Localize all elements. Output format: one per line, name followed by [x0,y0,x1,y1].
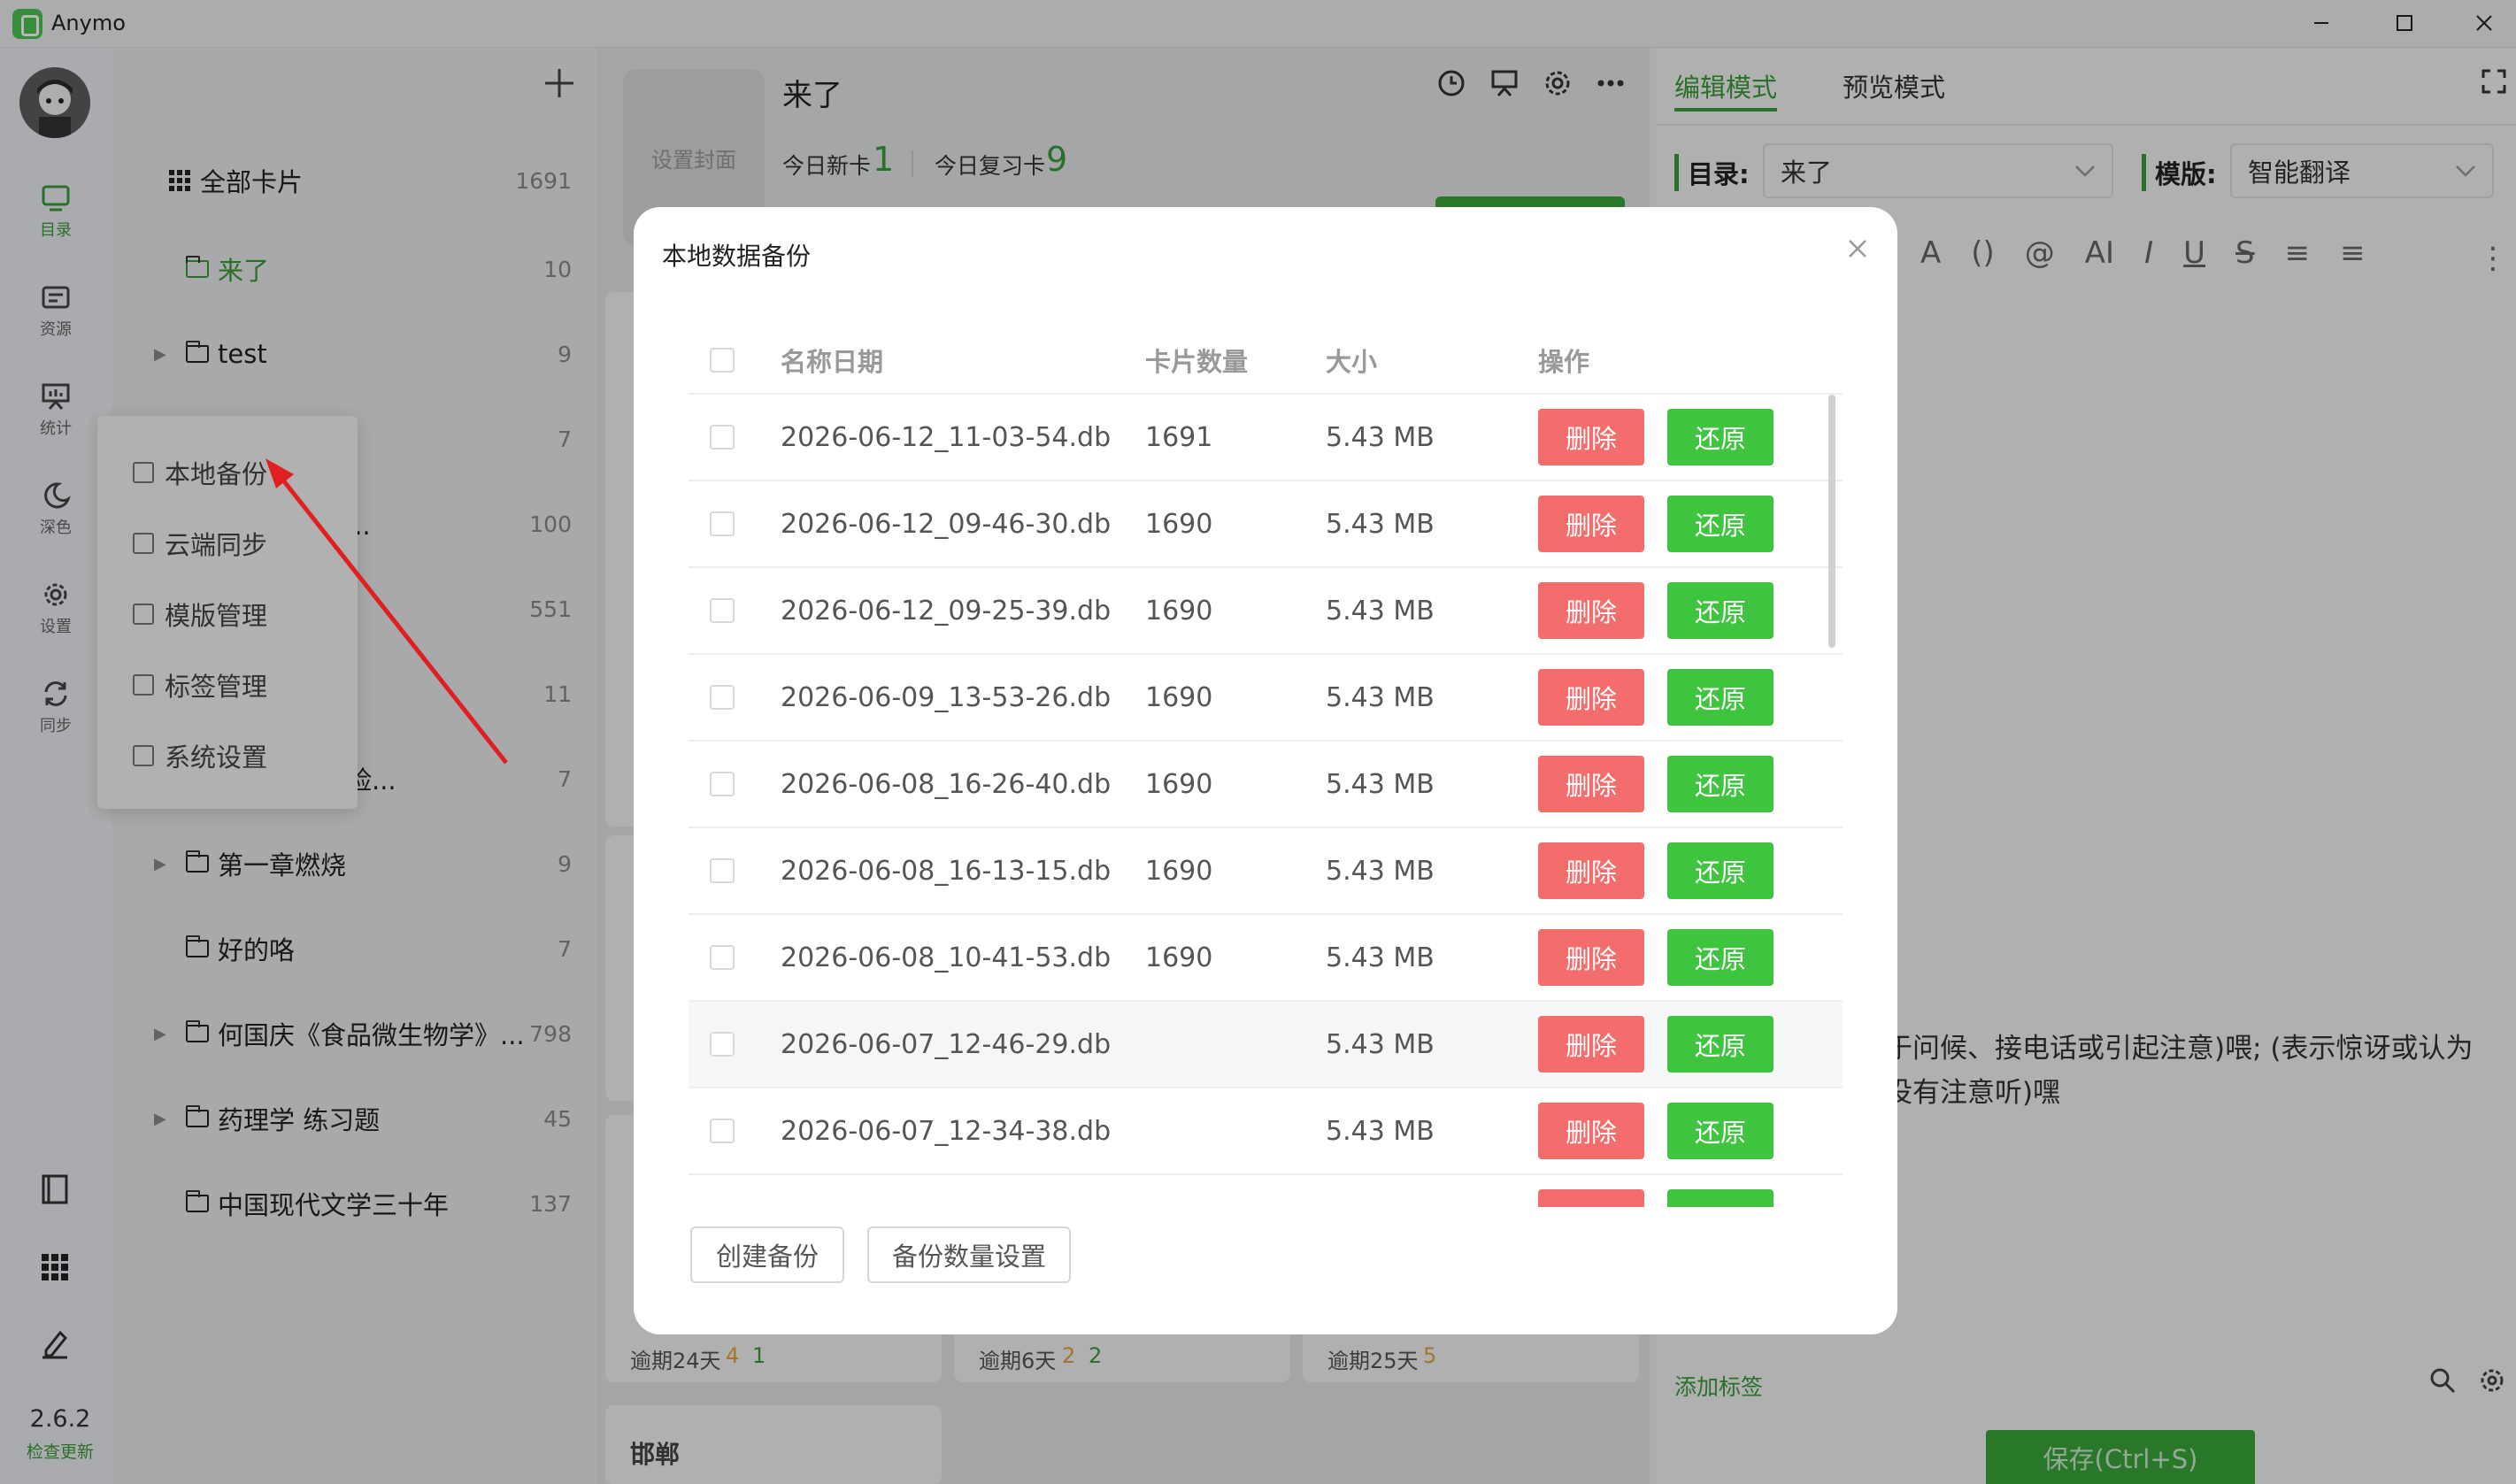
backup-card-count: 1690 [1145,855,1213,887]
backup-card-count: 1690 [1145,681,1213,713]
table-row[interactable]: 2026-06-07_12-34-38.db 5.43 MB 删除 还原 [689,1087,1843,1173]
restore-button[interactable]: 还原 [1667,496,1774,552]
scrollbar[interactable] [1828,395,1835,648]
table-row[interactable]: 2026-06-09_13-53-26.db 1690 5.43 MB 删除 还原 [689,653,1843,740]
delete-button[interactable]: 删除 [1538,409,1644,465]
table-row[interactable]: 2026-06-12_09-25-39.db 1690 5.43 MB 删除 还原 [689,566,1843,653]
delete-button[interactable]: 删除 [1538,929,1644,986]
restore-button[interactable]: 还原 [1667,1016,1774,1073]
delete-button[interactable] [1538,1189,1644,1207]
restore-button[interactable]: 还原 [1667,1103,1774,1159]
backup-name: 2026-06-09_13-53-26.db [781,681,1112,713]
row-checkbox[interactable] [710,685,735,710]
arrow-head [265,458,294,488]
restore-button[interactable]: 还原 [1667,582,1774,639]
close-icon[interactable] [1843,234,1873,264]
table-row[interactable]: 2026-06-08_10-41-53.db 1690 5.43 MB 删除 还原 [689,913,1843,1000]
backup-name: 2026-06-08_16-26-40.db [781,768,1112,800]
backup-name: 2026-06-12_09-25-39.db [781,595,1112,627]
delete-button[interactable]: 删除 [1538,756,1644,812]
create-backup-button[interactable]: 创建备份 [690,1226,844,1283]
table-row[interactable]: 2026-06-08_16-26-40.db 1690 5.43 MB 删除 还原 [689,740,1843,827]
backup-name: 2026-06-08_10-41-53.db [781,942,1112,973]
backup-size: 5.43 MB [1326,508,1435,540]
backup-count-setting-button[interactable]: 备份数量设置 [867,1226,1071,1283]
row-checkbox[interactable] [710,945,735,970]
backup-name: 2026-06-07_12-46-29.db [781,1028,1112,1060]
modal-title: 本地数据备份 [662,242,812,271]
table-row[interactable]: 2026-06-12_11-03-54.db 1691 5.43 MB 删除 还原 [689,393,1843,480]
col-action: 操作 [1538,347,1590,377]
table-header: 名称日期 卡片数量 大小 操作 [689,327,1843,393]
backup-size: 5.43 MB [1326,421,1435,453]
backup-card-count: 1690 [1145,508,1213,540]
row-checkbox[interactable] [710,1032,735,1057]
delete-button[interactable]: 删除 [1538,1103,1644,1159]
backup-card-count: 1690 [1145,942,1213,973]
delete-button[interactable]: 删除 [1538,1016,1644,1073]
delete-button[interactable]: 删除 [1538,842,1644,899]
backup-card-count: 1690 [1145,595,1213,627]
row-checkbox[interactable] [710,858,735,883]
backup-name: 2026-06-12_09-46-30.db [781,508,1112,540]
col-count: 卡片数量 [1145,347,1249,377]
backup-card-count: 1690 [1145,768,1213,800]
table-row[interactable]: 2026-06-08_16-13-15.db 1690 5.43 MB 删除 还原 [689,827,1843,913]
backup-size: 5.43 MB [1326,942,1435,973]
backup-card-count: 1691 [1145,421,1213,453]
backup-size: 5.43 MB [1326,855,1435,887]
row-checkbox[interactable] [710,1119,735,1143]
backup-size: 5.43 MB [1326,681,1435,713]
row-checkbox[interactable] [710,511,735,536]
backup-size: 5.43 MB [1326,595,1435,627]
backup-size: 5.43 MB [1326,768,1435,800]
row-checkbox[interactable] [710,425,735,450]
table-row[interactable]: 2026-06-07_12-46-29.db 5.43 MB 删除 还原 [689,1000,1843,1087]
row-checkbox[interactable] [710,772,735,796]
backup-name: 2026-06-12_11-03-54.db [781,421,1112,453]
restore-button[interactable]: 还原 [1667,929,1774,986]
table-row-partial [689,1173,1843,1207]
table-row[interactable]: 2026-06-12_09-46-30.db 1690 5.43 MB 删除 还原 [689,480,1843,566]
col-name: 名称日期 [781,347,884,377]
delete-button[interactable]: 删除 [1538,669,1644,726]
restore-button[interactable] [1667,1189,1774,1207]
delete-button[interactable]: 删除 [1538,496,1644,552]
select-all-checkbox[interactable] [710,348,735,373]
backup-size: 5.43 MB [1326,1115,1435,1147]
restore-button[interactable]: 还原 [1667,409,1774,465]
backup-name: 2026-06-07_12-34-38.db [781,1115,1112,1147]
backup-name: 2026-06-08_16-13-15.db [781,855,1112,887]
row-checkbox[interactable] [710,598,735,623]
restore-button[interactable]: 还原 [1667,756,1774,812]
restore-button[interactable]: 还原 [1667,669,1774,726]
delete-button[interactable]: 删除 [1538,582,1644,639]
col-size: 大小 [1326,347,1378,377]
annotation-arrow [273,467,508,765]
backup-size: 5.43 MB [1326,1028,1435,1060]
backup-table: 名称日期 卡片数量 大小 操作 2026-06-12_11-03-54.db 16… [689,327,1843,1207]
restore-button[interactable]: 还原 [1667,842,1774,899]
